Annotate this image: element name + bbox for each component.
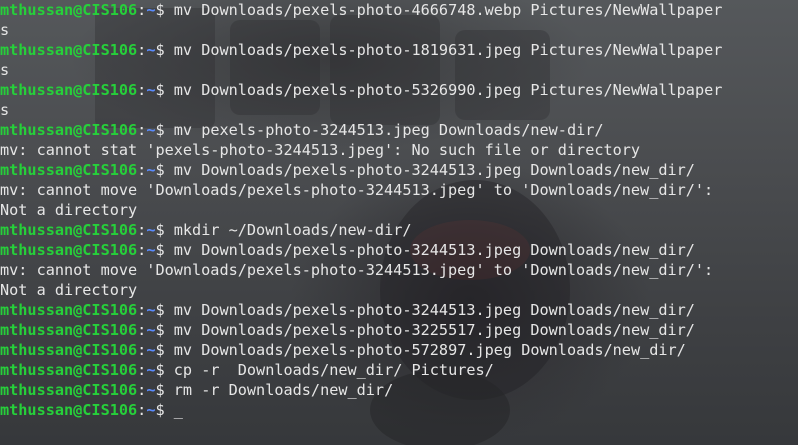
command-text: cp -r Downloads/new_dir/ Pictures/ [173,361,494,379]
prompt-user-host: mthussan@CIS106 [0,381,138,399]
output-text: mv: cannot move 'Downloads/pexels-photo-… [0,181,714,199]
command-text: mv Downloads/pexels-photo-3244513.jpeg D… [173,161,695,179]
prompt-line: mthussan@CIS106:~$ mv Downloads/pexels-p… [0,340,798,360]
output-line: Not a directory [0,280,798,300]
prompt-colon: : [137,121,147,139]
prompt-colon: : [137,321,147,339]
prompt-line: mthussan@CIS106:~$ mv Downloads/pexels-p… [0,160,798,180]
prompt-user-host: mthussan@CIS106 [0,221,138,239]
prompt-line: mthussan@CIS106:~$ mv Downloads/pexels-p… [0,240,798,260]
prompt-symbol: $ [155,41,174,59]
prompt-user-host: mthussan@CIS106 [0,161,138,179]
prompt-colon: : [137,361,147,379]
output-text: Not a directory [0,281,138,299]
terminal-window[interactable]: mthussan@CIS106:~$ mv Downloads/pexels-p… [0,0,798,445]
output-text: s [0,61,10,79]
prompt-colon: : [137,41,147,59]
prompt-user-host: mthussan@CIS106 [0,121,138,139]
prompt-user-host: mthussan@CIS106 [0,341,138,359]
output-line: s [0,20,798,40]
cursor[interactable]: _ [174,401,183,419]
prompt-colon: : [137,161,147,179]
prompt-line: mthussan@CIS106:~$ mv Downloads/pexels-p… [0,320,798,340]
prompt-user-host: mthussan@CIS106 [0,301,138,319]
output-line: mv: cannot move 'Downloads/pexels-photo-… [0,180,798,200]
prompt-line: mthussan@CIS106:~$ mv pexels-photo-32445… [0,120,798,140]
prompt-symbol: $ [155,301,174,319]
prompt-user-host: mthussan@CIS106 [0,41,138,59]
command-text: mv Downloads/pexels-photo-1819631.jpeg P… [173,41,723,59]
output-text: s [0,101,10,119]
prompt-user-host: mthussan@CIS106 [0,81,138,99]
prompt-symbol: $ [155,401,174,419]
command-text: rm -r Downloads/new_dir/ [173,381,394,399]
prompt-colon: : [137,1,147,19]
prompt-colon: : [137,381,147,399]
prompt-colon: : [137,81,147,99]
prompt-colon: : [137,221,147,239]
prompt-symbol: $ [155,1,174,19]
output-text: Not a directory [0,201,138,219]
output-line: s [0,100,798,120]
prompt-colon: : [137,341,147,359]
command-text: mv Downloads/pexels-photo-5326990.jpeg P… [173,81,723,99]
prompt-line: mthussan@CIS106:~$ _ [0,400,798,420]
output-line: Not a directory [0,200,798,220]
prompt-colon: : [137,241,147,259]
prompt-line: mthussan@CIS106:~$ mv Downloads/pexels-p… [0,300,798,320]
prompt-symbol: $ [155,241,174,259]
prompt-symbol: $ [155,361,174,379]
prompt-symbol: $ [155,161,174,179]
prompt-line: mthussan@CIS106:~$ mv Downloads/pexels-p… [0,80,798,100]
command-text: mv Downloads/pexels-photo-572897.jpeg Do… [173,341,686,359]
prompt-line: mthussan@CIS106:~$ cp -r Downloads/new_d… [0,360,798,380]
output-text: s [0,21,10,39]
output-line: mv: cannot stat 'pexels-photo-3244513.jp… [0,140,798,160]
command-text: mv Downloads/pexels-photo-3244513.jpeg D… [173,301,695,319]
output-text: mv: cannot move 'Downloads/pexels-photo-… [0,261,714,279]
output-line: s [0,60,798,80]
prompt-colon: : [137,301,147,319]
prompt-line: mthussan@CIS106:~$ mv Downloads/pexels-p… [0,40,798,60]
output-line: mv: cannot move 'Downloads/pexels-photo-… [0,260,798,280]
prompt-line: mthussan@CIS106:~$ mv Downloads/pexels-p… [0,0,798,20]
prompt-user-host: mthussan@CIS106 [0,241,138,259]
command-text: mv Downloads/pexels-photo-3244513.jpeg D… [173,241,695,259]
prompt-user-host: mthussan@CIS106 [0,1,138,19]
prompt-symbol: $ [155,341,174,359]
prompt-colon: : [137,401,147,419]
command-text: mkdir ~/Downloads/new-dir/ [173,221,412,239]
prompt-symbol: $ [155,221,174,239]
terminal-output: mthussan@CIS106:~$ mv Downloads/pexels-p… [0,0,798,420]
command-text: mv Downloads/pexels-photo-4666748.webp P… [173,1,723,19]
prompt-symbol: $ [155,81,174,99]
prompt-symbol: $ [155,381,174,399]
prompt-line: mthussan@CIS106:~$ rm -r Downloads/new_d… [0,380,798,400]
prompt-symbol: $ [155,121,174,139]
command-text: mv Downloads/pexels-photo-3225517.jpeg D… [173,321,695,339]
prompt-user-host: mthussan@CIS106 [0,321,138,339]
output-text: mv: cannot stat 'pexels-photo-3244513.jp… [0,141,641,159]
prompt-line: mthussan@CIS106:~$ mkdir ~/Downloads/new… [0,220,798,240]
prompt-symbol: $ [155,321,174,339]
command-text: mv pexels-photo-3244513.jpeg Downloads/n… [173,121,604,139]
prompt-user-host: mthussan@CIS106 [0,401,138,419]
prompt-user-host: mthussan@CIS106 [0,361,138,379]
